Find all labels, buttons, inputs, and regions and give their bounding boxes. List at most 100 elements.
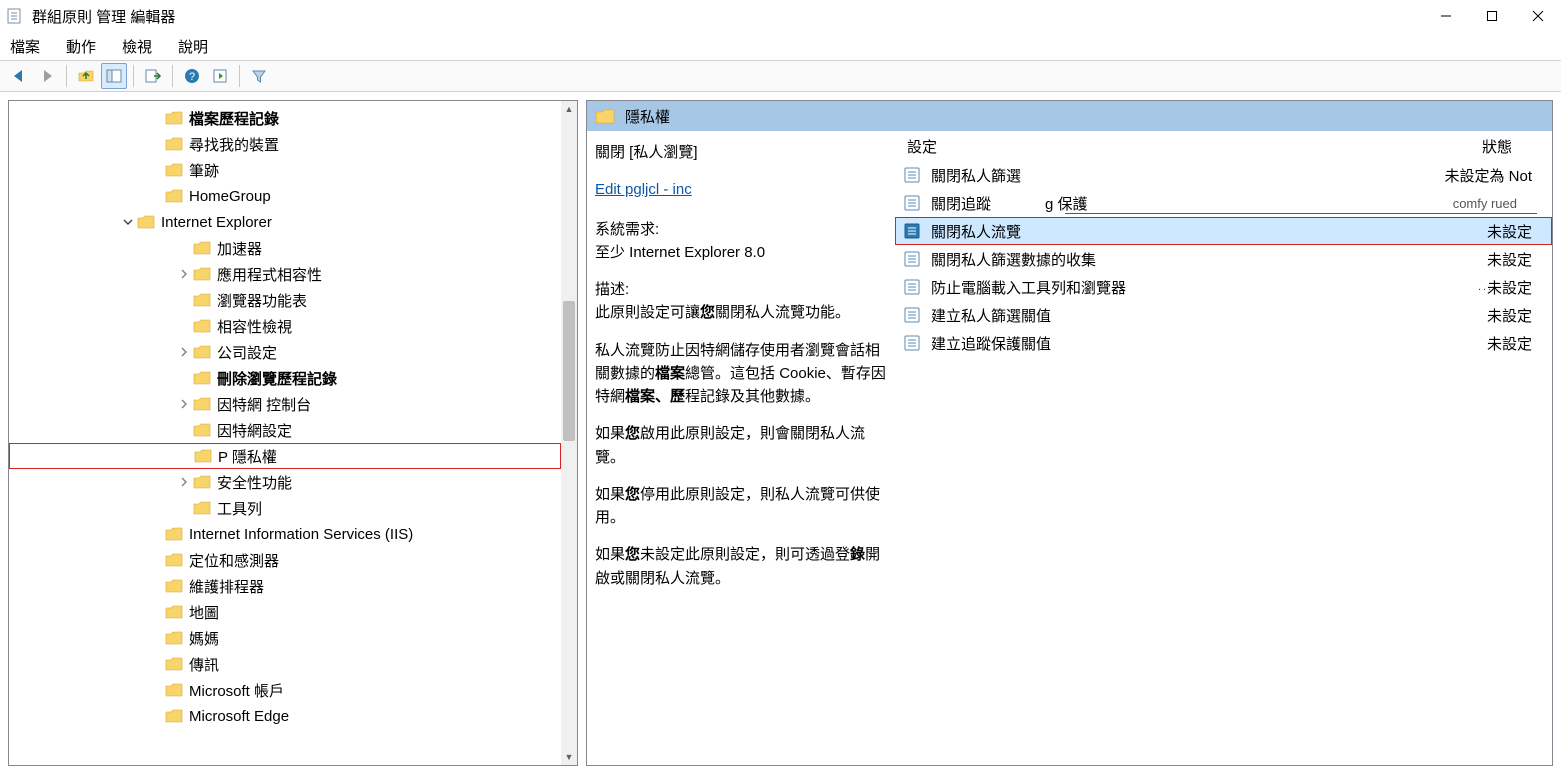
toolbar-separator: [133, 65, 134, 87]
description-column: 關閉 [私人瀏覽] Edit pgljcl - inc 系統需求: 至少 Int…: [587, 131, 895, 765]
properties-button[interactable]: [207, 63, 233, 89]
setting-name: 建立追蹤保護關值: [931, 333, 1051, 354]
tree-item[interactable]: 檔案歷程記錄: [9, 105, 561, 131]
help-button[interactable]: ?: [179, 63, 205, 89]
setting-row[interactable]: 關閉私人流覽未設定: [895, 217, 1552, 245]
tree-item-label: 相容性檢視: [217, 316, 292, 337]
tree-scrollbar[interactable]: ▲ ▼: [561, 101, 577, 765]
tree-item[interactable]: Internet Information Services (IIS): [9, 521, 561, 547]
tree-item[interactable]: 相容性檢視: [9, 313, 561, 339]
tree-item[interactable]: 維護排程器: [9, 573, 561, 599]
tree-item[interactable]: 刪除瀏覽歷程記錄: [9, 365, 561, 391]
forward-button[interactable]: [34, 63, 60, 89]
settings-list[interactable]: 關閉私人篩選 未設定為 Not 關閉追蹤g 保護comfy rued關閉私人流覽未設…: [895, 161, 1552, 765]
setting-state: 未設定: [1487, 221, 1532, 242]
tree-item[interactable]: 安全性功能: [9, 469, 561, 495]
policy-icon: [903, 334, 921, 352]
folder-icon: [165, 188, 183, 204]
policy-title: 關閉 [私人瀏覽]: [595, 141, 887, 164]
setting-row[interactable]: 關閉私人篩選 未設定為 Not: [895, 161, 1552, 189]
chevron-right-icon[interactable]: [177, 347, 191, 357]
tree-item[interactable]: Microsoft Edge: [9, 703, 561, 729]
tree-item[interactable]: 因特網 控制台: [9, 391, 561, 417]
tree-item-label: 公司設定: [217, 342, 277, 363]
chevron-right-icon[interactable]: [177, 269, 191, 279]
desc-block-3: 如果您啟用此原則設定，則會關閉私人流覽。: [595, 422, 887, 469]
setting-row[interactable]: 防止電腦載入工具列和瀏覽器...未設定: [895, 273, 1552, 301]
export-button[interactable]: [140, 63, 166, 89]
menu-view[interactable]: 檢視: [118, 34, 156, 59]
setting-row[interactable]: 建立追蹤保護關值未設定: [895, 329, 1552, 357]
scroll-up-arrow[interactable]: ▲: [561, 101, 577, 117]
folder-icon: [165, 708, 183, 724]
tree-item-label: 筆跡: [189, 160, 219, 181]
tree-item[interactable]: 公司設定: [9, 339, 561, 365]
filter-button[interactable]: [246, 63, 272, 89]
menu-help[interactable]: 說明: [174, 34, 212, 59]
policy-icon: [903, 222, 921, 240]
tree-item[interactable]: Internet Explorer: [9, 209, 561, 235]
chevron-down-icon[interactable]: [121, 217, 135, 227]
main-area: 檔案歷程記錄尋找我的裝置筆跡 HomeGroup Internet Explorer…: [0, 92, 1561, 766]
folder-icon: [165, 110, 183, 126]
setting-row[interactable]: 關閉私人篩選數據的收集未設定: [895, 245, 1552, 273]
tree-item-label: Microsoft 帳戶: [189, 680, 284, 701]
folder-icon: [193, 292, 211, 308]
tree-item-label: 地圖: [189, 602, 219, 623]
show-hide-tree-button[interactable]: [101, 63, 127, 89]
back-button[interactable]: [6, 63, 32, 89]
tree-item[interactable]: 因特網設定: [9, 417, 561, 443]
tree-item[interactable]: 應用程式相容性: [9, 261, 561, 287]
folder-icon: [193, 370, 211, 386]
tree-item[interactable]: 媽媽: [9, 625, 561, 651]
tree-item[interactable]: HomeGroup: [9, 183, 561, 209]
window-title: 群組原則 管理 編輯器: [32, 6, 1423, 27]
tree-item-label: 安全性功能: [217, 472, 292, 493]
toolbar-separator: [66, 65, 67, 87]
edit-policy-link[interactable]: Edit pgljcl - inc: [595, 178, 887, 201]
tree-item[interactable]: 尋找我的裝置: [9, 131, 561, 157]
minimize-button[interactable]: [1423, 0, 1469, 32]
folder-icon: [193, 318, 211, 334]
folder-icon: [165, 656, 183, 672]
req-label: 系統需求:: [595, 221, 659, 238]
menubar: 檔案 動作 檢視 說明: [0, 32, 1561, 60]
setting-state: 未設定為 Not: [1444, 165, 1532, 186]
scroll-thumb[interactable]: [563, 301, 575, 441]
tree-item[interactable]: 定位和感測器: [9, 547, 561, 573]
setting-row[interactable]: 建立私人篩選關值未設定: [895, 301, 1552, 329]
tree-item-label: HomeGroup: [189, 188, 271, 205]
details-header-title: 隱私權: [625, 106, 670, 127]
setting-row[interactable]: 關閉追蹤g 保護comfy rued: [895, 189, 1552, 217]
tree-item[interactable]: 地圖: [9, 599, 561, 625]
tree[interactable]: 檔案歷程記錄尋找我的裝置筆跡 HomeGroup Internet Explorer…: [9, 101, 561, 765]
setting-state: 未設定: [1487, 277, 1532, 298]
tree-item[interactable]: 瀏覽器功能表: [9, 287, 561, 313]
tree-item[interactable]: 工具列: [9, 495, 561, 521]
menu-action[interactable]: 動作: [62, 34, 100, 59]
maximize-button[interactable]: [1469, 0, 1515, 32]
tree-item-label: Internet Information Services (IIS): [189, 526, 413, 543]
scroll-down-arrow[interactable]: ▼: [561, 749, 577, 765]
up-button[interactable]: [73, 63, 99, 89]
tree-item[interactable]: P 隱私權: [9, 443, 561, 469]
folder-icon: [193, 344, 211, 360]
close-button[interactable]: [1515, 0, 1561, 32]
column-header-state[interactable]: 狀態: [1482, 136, 1512, 157]
tree-item[interactable]: 加速器: [9, 235, 561, 261]
setting-name: 關閉私人篩選: [931, 165, 1021, 186]
folder-icon: [165, 630, 183, 646]
menu-file[interactable]: 檔案: [6, 34, 44, 59]
desc-block-2: 私人流覽防止因特網儲存使用者瀏覽會話相關數據的檔案總管。這包括 Cookie、暫…: [595, 339, 887, 409]
column-header-setting[interactable]: 設定: [907, 136, 937, 157]
tree-item[interactable]: Microsoft 帳戶: [9, 677, 561, 703]
req-value: 至少 Internet Explorer 8.0: [595, 244, 765, 261]
tree-item[interactable]: 傳訊: [9, 651, 561, 677]
tree-item[interactable]: 筆跡: [9, 157, 561, 183]
folder-icon: [193, 422, 211, 438]
folder-icon: [193, 500, 211, 516]
chevron-right-icon[interactable]: [177, 399, 191, 409]
req-block: 系統需求: 至少 Internet Explorer 8.0: [595, 218, 887, 265]
chevron-right-icon[interactable]: [177, 477, 191, 487]
setting-state-alt: comfy rued: [1453, 196, 1517, 211]
